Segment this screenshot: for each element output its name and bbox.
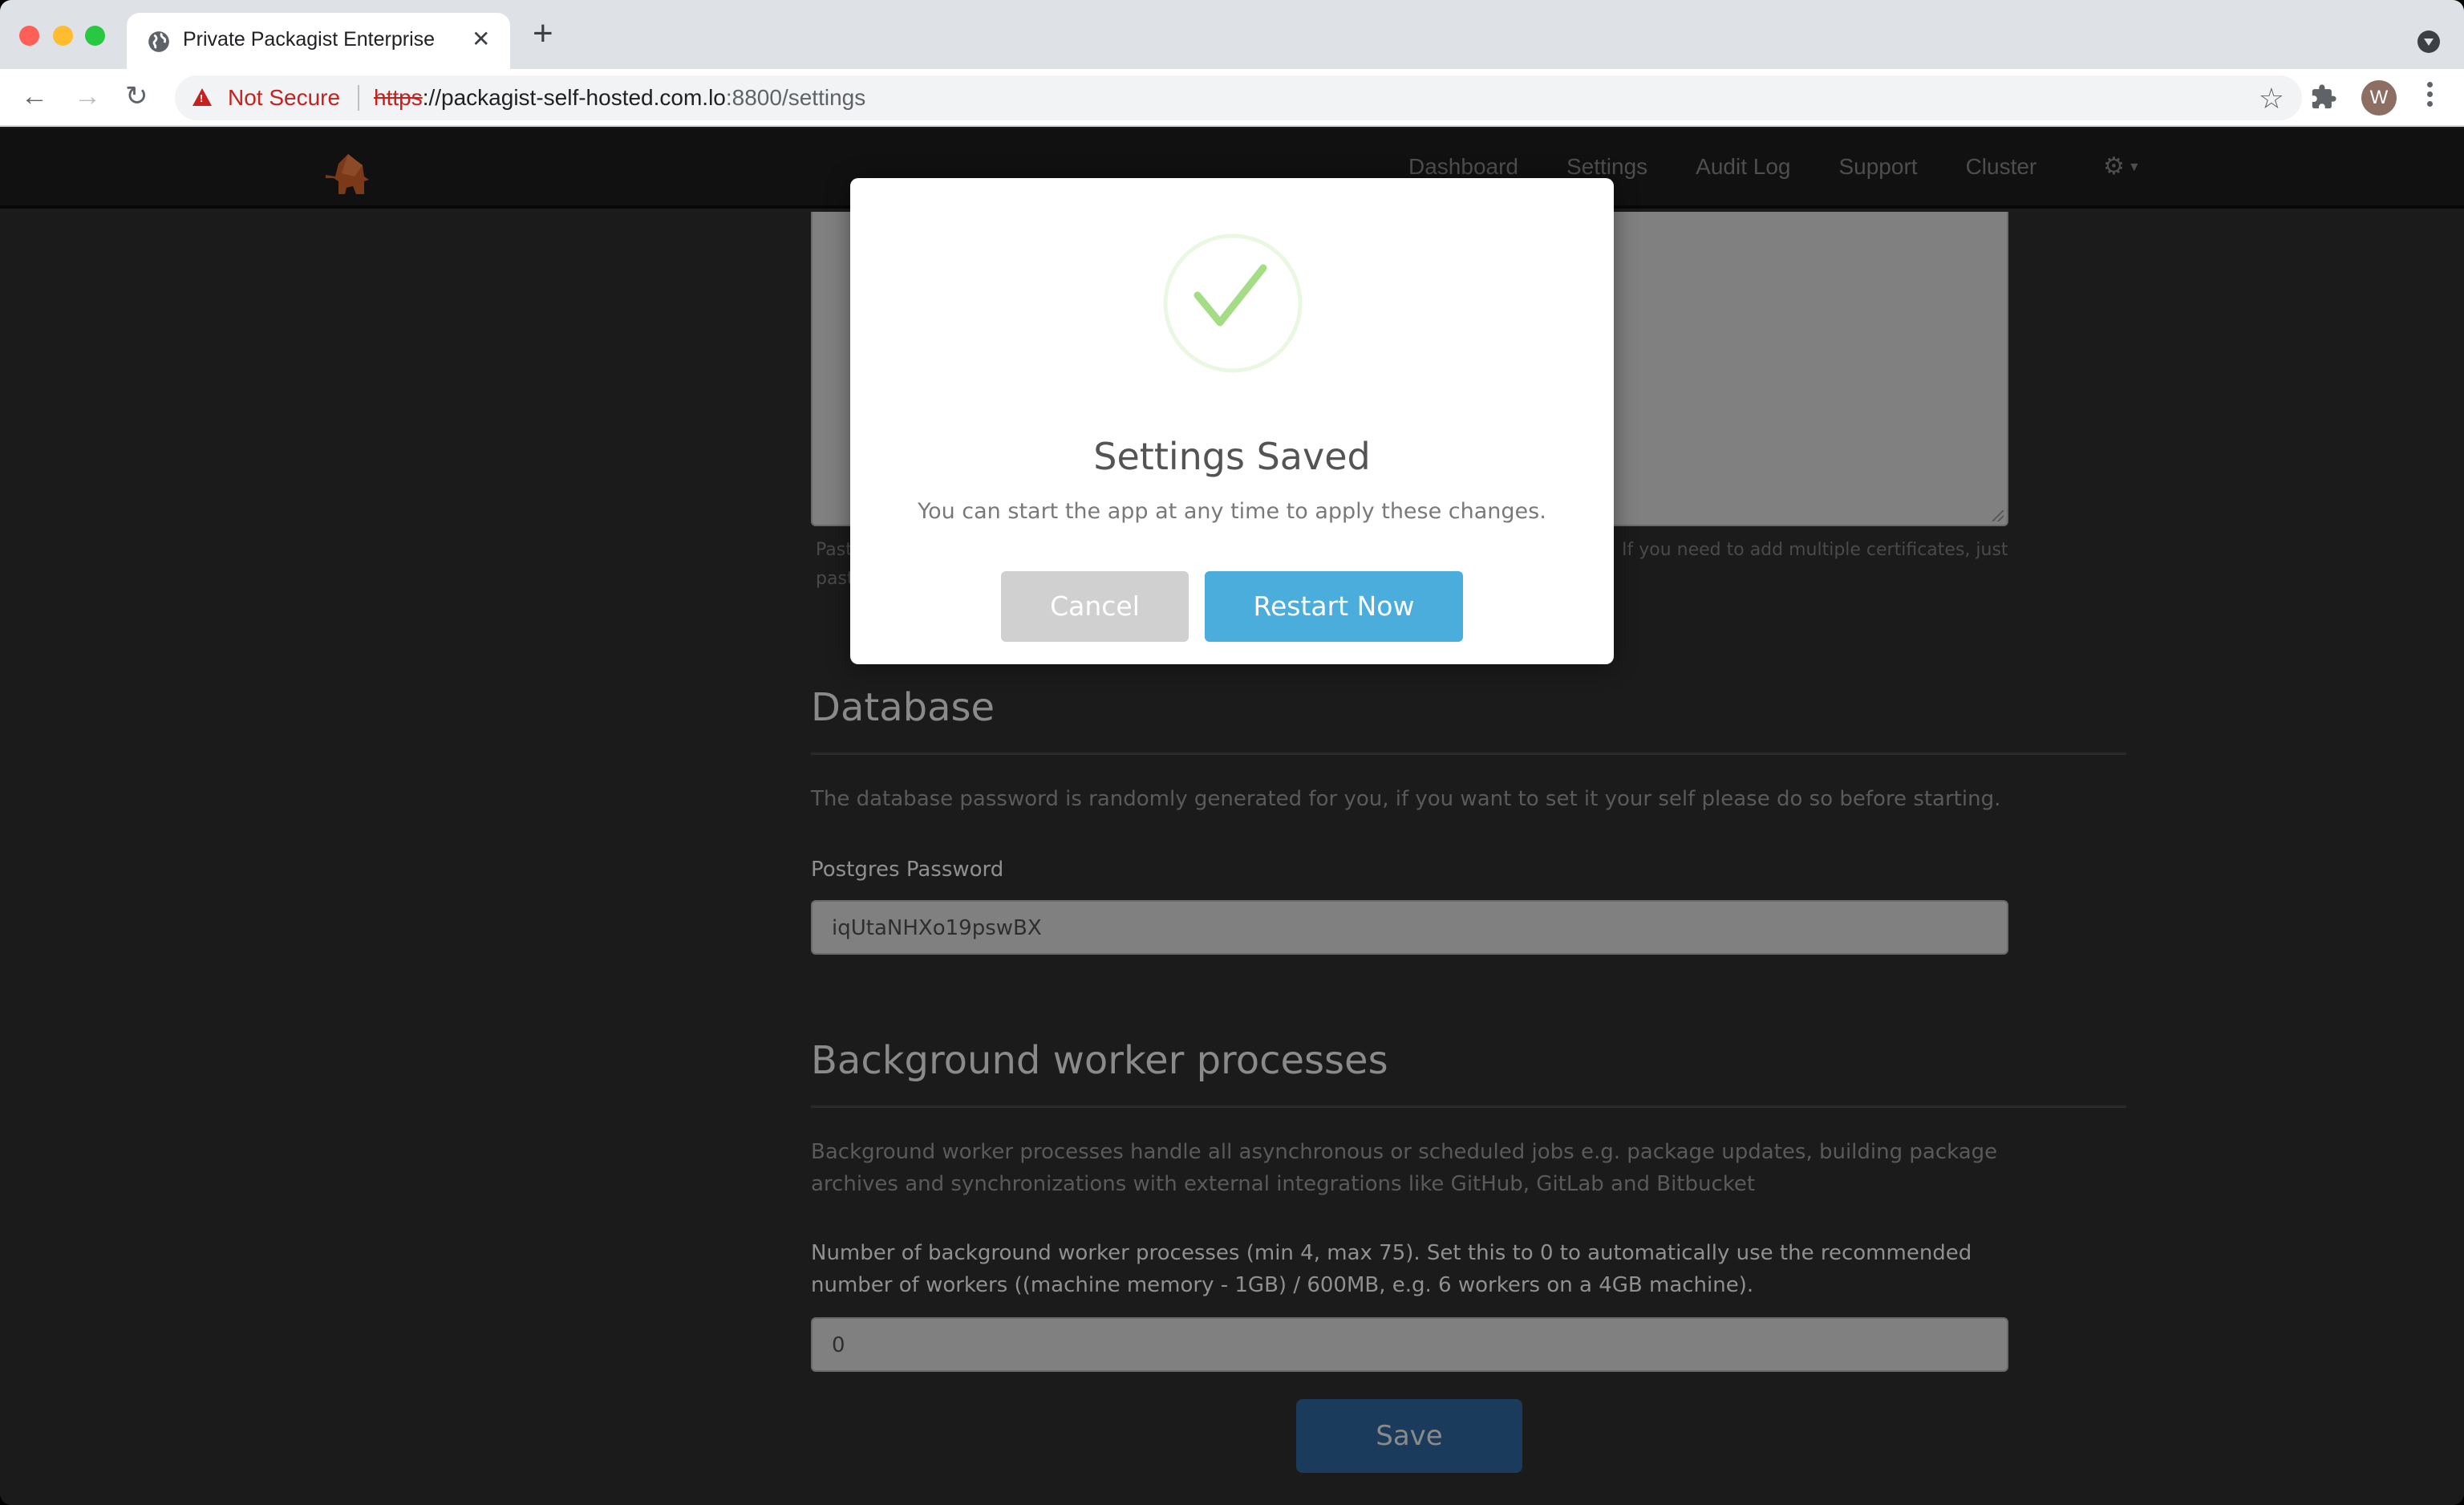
security-status[interactable]: Not Secure — [228, 85, 340, 111]
nav-support[interactable]: Support — [1838, 154, 1917, 180]
forward-button[interactable]: → — [74, 80, 101, 112]
dialog-title: Settings Saved — [1093, 435, 1371, 478]
dialog-message: You can start the app at any time to app… — [918, 499, 1546, 524]
main-nav: Dashboard Settings Audit Log Support Clu… — [1408, 154, 2085, 180]
globe-icon — [148, 31, 169, 52]
browser-toolbar: ← → ↻ Not Secure https://packagist-self-… — [0, 69, 2464, 127]
postgres-password-label: Postgres Password — [811, 858, 1004, 882]
back-button[interactable]: ← — [21, 80, 48, 112]
url-scheme: https — [374, 85, 423, 110]
restart-now-button[interactable]: Restart Now — [1205, 571, 1463, 642]
warning-icon — [192, 88, 212, 106]
new-tab-button[interactable]: + — [533, 16, 553, 51]
nav-settings[interactable]: Settings — [1566, 154, 1647, 180]
url-text[interactable]: https://packagist-self-hosted.com.lo:880… — [374, 85, 865, 111]
nav-dashboard[interactable]: Dashboard — [1408, 154, 1518, 180]
database-divider — [811, 752, 2126, 755]
browser-tab[interactable]: Private Packagist Enterprise ✕ — [127, 13, 510, 69]
window-minimize-button[interactable] — [53, 26, 73, 46]
profile-avatar[interactable]: W — [2361, 80, 2397, 116]
workers-heading: Background worker processes — [811, 1038, 1388, 1083]
tab-title: Private Packagist Enterprise — [183, 28, 436, 51]
browser-window: Private Packagist Enterprise ✕ + ← → ↻ N… — [0, 0, 2464, 1505]
url-host: ://packagist-self-hosted.com.lo — [422, 85, 726, 110]
database-heading: Database — [811, 685, 995, 730]
resize-handle-icon[interactable] — [1992, 510, 2004, 521]
success-check-icon — [1163, 233, 1303, 373]
workers-count-label: Number of background worker processes (m… — [811, 1241, 1972, 1297]
window-maximize-button[interactable] — [85, 26, 105, 46]
gear-icon: ⚙ — [2103, 153, 2125, 180]
window-close-button[interactable] — [19, 26, 39, 46]
tab-close-icon[interactable]: ✕ — [472, 26, 490, 52]
extensions-puzzle-icon[interactable] — [2310, 83, 2337, 111]
page: Dashboard Settings Audit Log Support Clu… — [0, 128, 2464, 1505]
bookmark-star-icon[interactable]: ☆ — [2259, 82, 2284, 116]
settings-saved-dialog: Settings Saved You can start the app at … — [850, 178, 1614, 664]
tab-strip: Private Packagist Enterprise ✕ + — [0, 0, 2464, 69]
workers-count-input[interactable]: 0 — [811, 1317, 2008, 1372]
cancel-button[interactable]: Cancel — [1001, 571, 1189, 642]
caret-down-icon: ▼ — [2127, 160, 2141, 175]
tab-search-button[interactable] — [2417, 30, 2440, 53]
url-path: :8800/settings — [725, 85, 866, 110]
certificates-help-right: If you need to add multiple certificates… — [1622, 540, 2008, 560]
reload-button[interactable]: ↻ — [125, 80, 148, 112]
workers-divider — [811, 1105, 2126, 1108]
postgres-password-input[interactable]: iqUtaNHXo19pswBX — [811, 900, 2008, 955]
packagist-elephant-logo[interactable] — [318, 148, 374, 196]
database-description: The database password is randomly genera… — [811, 787, 2001, 811]
address-bar[interactable]: Not Secure https://packagist-self-hosted… — [175, 75, 2302, 120]
workers-description: Background worker processes handle all a… — [811, 1140, 1998, 1196]
settings-dropdown[interactable]: ⚙ ▼ — [2103, 152, 2141, 181]
nav-cluster[interactable]: Cluster — [1966, 154, 2037, 180]
browser-menu-icon[interactable] — [2427, 82, 2434, 111]
address-divider — [358, 85, 359, 111]
nav-audit-log[interactable]: Audit Log — [1696, 154, 1790, 180]
save-button[interactable]: Save — [1296, 1399, 1522, 1473]
